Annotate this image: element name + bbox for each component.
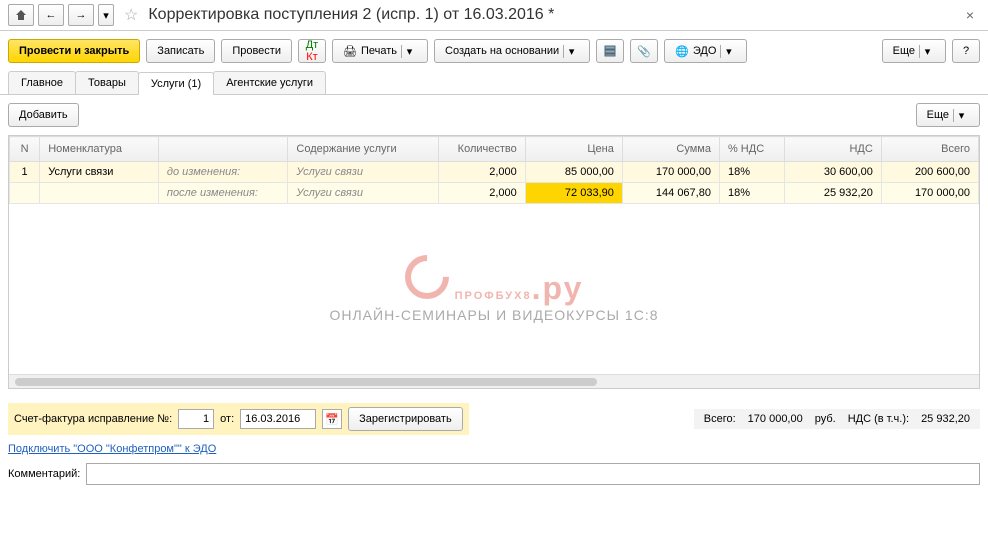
add-button[interactable]: Добавить (8, 103, 79, 127)
post-button[interactable]: Провести (221, 39, 292, 63)
cell-vat-pct: 18% (719, 162, 784, 183)
col-sum: Сумма (622, 137, 719, 162)
invoice-from-label: от: (220, 413, 234, 425)
col-state (158, 137, 287, 162)
favorite-icon[interactable]: ☆ (124, 5, 138, 25)
cell-sum: 170 000,00 (622, 162, 719, 183)
cell-state-before: до изменения: (158, 162, 287, 183)
attach-button[interactable]: 📎 (630, 39, 658, 63)
chevron-down-icon: ▾ (953, 109, 969, 122)
cell-qty: 2,000 (439, 183, 525, 204)
window-header: ← → ▾ ☆ Корректировка поступления 2 (исп… (0, 0, 988, 31)
globe-icon: 🌐 (675, 45, 689, 58)
col-vat-pct: % НДС (719, 137, 784, 162)
cell-vat: 25 932,20 (784, 183, 881, 204)
grid-more-button[interactable]: Еще ▾ (916, 103, 980, 127)
cell-n: 1 (10, 162, 40, 183)
invoice-label: Счет-фактура исправление №: (14, 413, 172, 425)
services-grid: N Номенклатура Содержание услуги Количес… (8, 135, 980, 389)
comment-label: Комментарий: (8, 468, 80, 480)
save-button[interactable]: Записать (146, 39, 215, 63)
forward-button[interactable]: → (68, 4, 94, 26)
vat-label: НДС (в т.ч.): (848, 413, 909, 425)
cell-vat: 30 600,00 (784, 162, 881, 183)
create-based-button[interactable]: Создать на основании ▾ (434, 39, 590, 63)
cell-price-highlighted[interactable]: 72 033,90 (525, 183, 622, 204)
invoice-date-input[interactable] (240, 409, 316, 429)
cell-nomen: Услуги связи (40, 162, 159, 183)
nav-history-dropdown[interactable]: ▾ (98, 4, 114, 26)
tabs: Главное Товары Услуги (1) Агентские услу… (0, 71, 988, 95)
currency: руб. (815, 413, 836, 425)
dt-kt-button[interactable]: ДтКт (298, 39, 326, 63)
tab-content-services: Добавить Еще ▾ N Номенклатура Содержание… (0, 95, 988, 397)
col-vat: НДС (784, 137, 881, 162)
more-button[interactable]: Еще ▾ (882, 39, 946, 63)
cell-sum: 144 067,80 (622, 183, 719, 204)
cell-vat-pct: 18% (719, 183, 784, 204)
cell-total: 200 600,00 (881, 162, 978, 183)
chevron-down-icon: ▾ (919, 45, 935, 58)
horizontal-scrollbar[interactable] (9, 374, 979, 388)
col-nomen: Номенклатура (40, 137, 159, 162)
cell-content: Услуги связи (288, 162, 439, 183)
tab-goods[interactable]: Товары (75, 71, 139, 94)
tab-services[interactable]: Услуги (1) (138, 72, 214, 95)
close-button[interactable]: × (960, 5, 980, 25)
main-toolbar: Провести и закрыть Записать Провести ДтК… (0, 31, 988, 71)
chevron-down-icon: ▾ (720, 45, 736, 58)
print-button[interactable]: 🖨 Печать ▾ (332, 39, 428, 63)
col-price: Цена (525, 137, 622, 162)
grid-header-row: N Номенклатура Содержание услуги Количес… (10, 137, 979, 162)
comment-input[interactable] (86, 463, 980, 485)
tab-agent[interactable]: Агентские услуги (213, 71, 326, 94)
cell-content: Услуги связи (288, 183, 439, 204)
calendar-button[interactable]: 📅 (322, 409, 342, 429)
vat-value: 25 932,20 (921, 413, 970, 425)
cell-total: 170 000,00 (881, 183, 978, 204)
col-n: N (10, 137, 40, 162)
totals: Всего: 170 000,00 руб. НДС (в т.ч.): 25 … (694, 409, 980, 429)
grid-row-after[interactable]: после изменения: Услуги связи 2,000 72 0… (10, 183, 979, 204)
chevron-down-icon: ▾ (401, 45, 417, 58)
total-label: Всего: (704, 413, 736, 425)
tasks-button[interactable] (596, 39, 624, 63)
total-value: 170 000,00 (748, 413, 803, 425)
back-button[interactable]: ← (38, 4, 64, 26)
post-and-close-button[interactable]: Провести и закрыть (8, 39, 140, 63)
edo-button[interactable]: 🌐 ЭДО ▾ (664, 39, 747, 63)
printer-icon: 🖨 (343, 45, 357, 58)
window-title: Корректировка поступления 2 (испр. 1) от… (148, 6, 554, 24)
col-total: Всего (881, 137, 978, 162)
grid-row-before[interactable]: 1 Услуги связи до изменения: Услуги связ… (10, 162, 979, 183)
calendar-icon: 📅 (325, 413, 339, 426)
watermark: ПРОФБУХ8.ру ОНЛАЙН-СЕМИНАРЫ И ВИДЕОКУРСЫ… (9, 204, 979, 374)
chevron-down-icon: ▾ (563, 45, 579, 58)
cell-qty: 2,000 (439, 162, 525, 183)
help-button[interactable]: ? (952, 39, 980, 63)
cell-state-after: после изменения: (158, 183, 287, 204)
cell-price: 85 000,00 (525, 162, 622, 183)
tab-main[interactable]: Главное (8, 71, 76, 94)
col-content: Содержание услуги (288, 137, 439, 162)
invoice-bar: Счет-фактура исправление №: от: 📅 Зареги… (0, 397, 988, 441)
edo-connect-link[interactable]: Подключить "ООО "Конфетпром"" к ЭДО (0, 441, 224, 457)
col-qty: Количество (439, 137, 525, 162)
register-button[interactable]: Зарегистрировать (348, 407, 463, 431)
home-button[interactable] (8, 4, 34, 26)
invoice-num-input[interactable] (178, 409, 214, 429)
